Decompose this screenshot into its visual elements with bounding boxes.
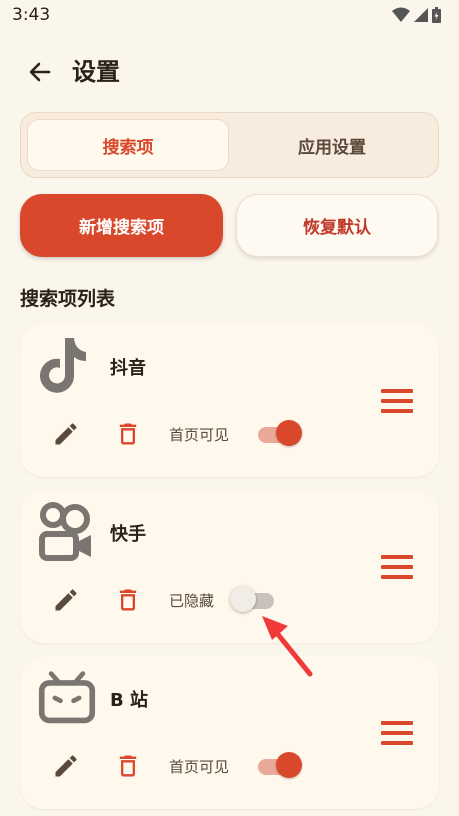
battery-icon [432,7,441,23]
visibility-toggle[interactable] [258,420,302,448]
item-name: B 站 [110,690,148,711]
tab-app-settings[interactable]: 应用设置 [233,119,431,171]
pencil-icon [55,755,77,777]
kuaishou-logo [38,502,96,561]
handle-line [381,389,413,393]
douyin-logo [38,336,96,394]
trash-icon [119,589,137,611]
handle-line [381,731,413,735]
toggle-thumb [276,752,302,778]
drag-handle[interactable] [381,389,413,415]
handle-line [381,399,413,403]
search-item-card: B 站 首页可见 [20,656,439,809]
settings-tabs: 搜索项 应用设置 [20,112,439,178]
status-icons [392,7,441,23]
item-name: 抖音 [110,358,146,379]
delete-button[interactable] [114,586,142,614]
status-time: 3:43 [12,5,51,25]
edit-button[interactable] [52,752,80,780]
delete-button[interactable] [114,752,142,780]
section-title: 搜索项列表 [20,288,116,310]
edit-button[interactable] [52,420,80,448]
bilibili-logo [38,668,96,726]
arrow-left-icon [29,62,51,82]
item-name: 快手 [110,524,146,545]
handle-line [381,575,413,579]
page-title: 设置 [72,58,120,86]
toggle-thumb [276,420,302,446]
handle-line [381,409,413,413]
edit-button[interactable] [52,586,80,614]
delete-button[interactable] [114,420,142,448]
wifi-icon [392,7,410,22]
visibility-toggle[interactable] [258,752,302,780]
drag-handle[interactable] [381,721,413,747]
pencil-icon [55,589,77,611]
restore-defaults-button[interactable]: 恢复默认 [236,194,438,257]
search-item-card: 快手 已隐藏 [20,490,439,643]
handle-line [381,721,413,725]
trash-icon [119,423,137,445]
app-bar: 设置 [0,40,459,104]
handle-line [381,555,413,559]
visibility-toggle[interactable] [230,586,276,614]
annotation-arrow-icon [262,616,313,677]
visibility-label: 已隐藏 [169,592,215,610]
visibility-label: 首页可见 [169,758,230,776]
toggle-thumb [230,586,256,612]
handle-line [381,741,413,745]
pencil-icon [55,423,77,445]
drag-handle[interactable] [381,555,413,581]
tab-search-items[interactable]: 搜索项 [27,119,229,171]
add-search-item-button[interactable]: 新增搜索项 [20,194,223,257]
signal-icon [414,8,428,22]
status-bar: 3:43 [0,0,459,32]
visibility-label: 首页可见 [169,426,230,444]
handle-line [381,565,413,569]
back-button[interactable] [22,54,58,90]
search-item-card: 抖音 首页可见 [20,324,439,477]
trash-icon [119,755,137,777]
